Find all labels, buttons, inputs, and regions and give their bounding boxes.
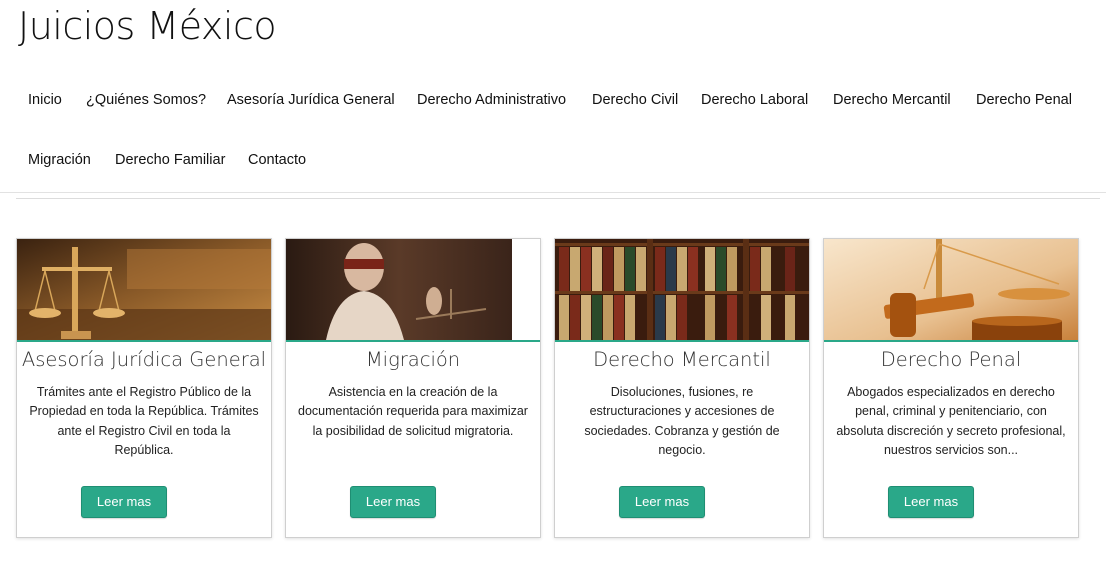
card-accent-line (286, 340, 540, 342)
service-card-penal: Derecho Penal Abogados especializados en… (823, 238, 1079, 538)
site-title[interactable]: Juicios México (18, 4, 277, 48)
read-more-button[interactable]: Leer mas (619, 486, 705, 518)
nav-item-derecho-laboral[interactable]: Derecho Laboral (701, 91, 808, 109)
nav-item-asesoria-juridica-general[interactable]: Asesoría Jurídica General (227, 91, 395, 109)
card-accent-line (824, 340, 1078, 342)
law-books-image[interactable] (555, 239, 809, 340)
card-accent-line (555, 340, 809, 342)
nav-item-contacto[interactable]: Contacto (248, 151, 306, 169)
card-accent-line (17, 340, 271, 342)
nav-item-migracion[interactable]: Migración (28, 151, 91, 169)
content-divider (16, 198, 1100, 199)
card-title[interactable]: Asesoría Jurídica General (17, 348, 271, 371)
card-description: Trámites ante el Registro Público de la … (29, 385, 259, 457)
nav-item-inicio[interactable]: Inicio (28, 91, 62, 109)
read-more-button[interactable]: Leer mas (888, 486, 974, 518)
service-card-mercantil: Derecho Mercantil Disoluciones, fusiones… (554, 238, 810, 538)
gavel-scales-image[interactable] (824, 239, 1078, 340)
nav-item-derecho-civil[interactable]: Derecho Civil (592, 91, 678, 109)
nav-item-quienes-somos[interactable]: ¿Quiénes Somos? (86, 91, 206, 109)
card-description: Asistencia en la creación de la document… (298, 385, 528, 438)
card-title[interactable]: Derecho Penal (824, 348, 1078, 371)
card-description: Abogados especializados en derecho penal… (836, 385, 1066, 457)
service-card-migracion: Migración Asistencia en la creación de l… (285, 238, 541, 538)
nav-item-derecho-penal[interactable]: Derecho Penal (976, 91, 1072, 109)
blindfolded-justice-image[interactable] (286, 239, 540, 340)
nav-item-derecho-familiar[interactable]: Derecho Familiar (115, 151, 225, 169)
header-divider (0, 192, 1106, 193)
service-card-asesoria: Asesoría Jurídica General Trámites ante … (16, 238, 272, 538)
read-more-button[interactable]: Leer mas (350, 486, 436, 518)
nav-item-derecho-mercantil[interactable]: Derecho Mercantil (833, 91, 951, 109)
card-description: Disoluciones, fusiones, re estructuracio… (584, 385, 780, 457)
nav-item-derecho-administrativo[interactable]: Derecho Administrativo (417, 91, 566, 109)
card-title[interactable]: Derecho Mercantil (555, 348, 809, 371)
card-title[interactable]: Migración (286, 348, 540, 371)
courtroom-scales-image[interactable] (17, 239, 271, 340)
read-more-button[interactable]: Leer mas (81, 486, 167, 518)
